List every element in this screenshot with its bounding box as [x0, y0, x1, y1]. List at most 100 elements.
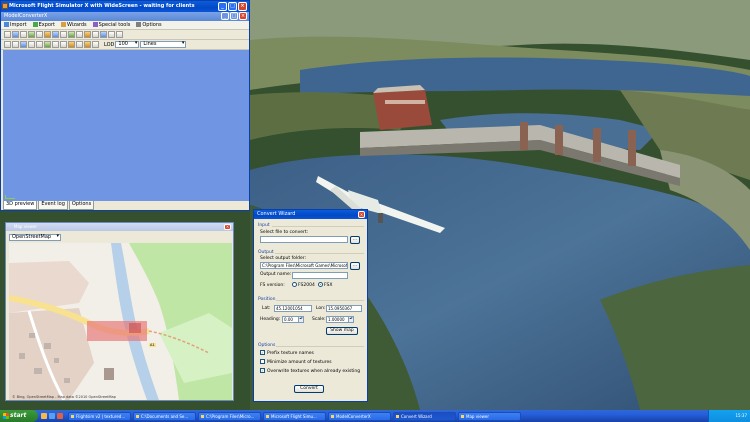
- map-viewer-title: Map viewer: [14, 224, 38, 229]
- lod-label: LOD: [104, 41, 115, 48]
- tab-3d-preview[interactable]: 3D preview: [3, 201, 38, 210]
- output-name-input[interactable]: [292, 272, 348, 279]
- light-icon[interactable]: [84, 31, 91, 38]
- rotate-icon[interactable]: [20, 41, 27, 48]
- heading-label: Heading:: [260, 317, 281, 322]
- fs2004-radio[interactable]: FS2004: [292, 282, 315, 288]
- scale-spinner-icon[interactable]: ▴▾: [348, 317, 353, 322]
- option-minimize-textures[interactable]: Minimize amount of textures: [260, 359, 332, 365]
- 3d-preview-viewport[interactable]: [3, 50, 249, 201]
- tab-options[interactable]: Options: [68, 201, 95, 210]
- browse-folder-button[interactable]: ...: [350, 262, 360, 270]
- system-tray-clock[interactable]: 15:37: [708, 410, 750, 422]
- transparency-icon[interactable]: [92, 41, 99, 48]
- export-icon: [32, 22, 38, 27]
- output-folder-input[interactable]: C:\Program Files\Microsoft Games\Microso…: [260, 262, 348, 269]
- convert-button[interactable]: Convert: [294, 385, 324, 393]
- fit-icon[interactable]: [44, 41, 51, 48]
- scale-label: Scale:: [312, 317, 326, 322]
- camera-icon[interactable]: [76, 31, 83, 38]
- texture-icon[interactable]: [44, 31, 51, 38]
- heading-input[interactable]: 0.00 ▴▾: [282, 316, 304, 323]
- doc-restore-icon[interactable]: □: [230, 12, 238, 20]
- minimize-icon[interactable]: _: [218, 2, 227, 11]
- task-flight-simulator[interactable]: Microsoft Flight Simu...: [263, 411, 326, 421]
- browser-icon[interactable]: [49, 413, 55, 419]
- bounding-box-icon[interactable]: [108, 31, 115, 38]
- fsx-radio-indicator: [318, 282, 323, 287]
- output-name-label: Output name:: [260, 272, 292, 277]
- shading-icon[interactable]: [76, 41, 83, 48]
- new-icon[interactable]: [4, 31, 11, 38]
- doc-close-icon[interactable]: ×: [239, 12, 247, 20]
- lod-select[interactable]: 100: [115, 41, 140, 48]
- checkbox-unchecked-icon: [260, 359, 265, 364]
- main-window-title: Microsoft Flight Simulator X with WideSc…: [9, 3, 195, 9]
- menu-options[interactable]: Options: [136, 22, 162, 28]
- menu-bar: Import Export Wizards Special tools Opti…: [1, 21, 249, 30]
- task-documents-folder[interactable]: C:\Documents and Se...: [133, 411, 196, 421]
- select-icon[interactable]: [4, 41, 11, 48]
- heading-spinner-icon[interactable]: ▴▾: [298, 317, 303, 322]
- task-modelconverterx[interactable]: ModelConverterX: [328, 411, 391, 421]
- pan-icon[interactable]: [12, 41, 19, 48]
- start-button[interactable]: start: [0, 410, 38, 422]
- map-viewer-titlebar[interactable]: Map viewer ×: [6, 223, 233, 231]
- save-icon[interactable]: [20, 31, 27, 38]
- zoom-icon[interactable]: [36, 31, 43, 38]
- convert-wizard-titlebar[interactable]: Convert Wizard ×: [254, 210, 367, 219]
- option-prefix-texture-names[interactable]: ✓ Prefix texture names: [260, 350, 314, 356]
- top-view-icon[interactable]: [68, 41, 75, 48]
- zoom-in-icon[interactable]: [28, 41, 35, 48]
- import-icon: [4, 22, 9, 27]
- file-path-input[interactable]: [260, 236, 348, 243]
- map-canvas[interactable]: A1 © Bing, OpenStreetMap - Map data ©201…: [9, 243, 232, 400]
- menu-special-tools[interactable]: Special tools: [92, 22, 130, 28]
- menu-export[interactable]: Export: [32, 22, 55, 28]
- open-icon[interactable]: [12, 31, 19, 38]
- menu-import[interactable]: Import: [4, 22, 27, 28]
- wireframe-icon[interactable]: [92, 31, 99, 38]
- scale-input[interactable]: 1.00000 ▴▾: [326, 316, 354, 323]
- task-flightsim-forum[interactable]: Flightsim v2 | textured...: [68, 411, 131, 421]
- quick-launch: [38, 413, 66, 419]
- browse-file-button[interactable]: ...: [350, 236, 360, 244]
- wizard-icon: [60, 22, 66, 27]
- tab-event-log[interactable]: Event log: [38, 201, 68, 210]
- grid-icon[interactable]: [60, 31, 67, 38]
- task-convert-wizard[interactable]: Convert Wizard: [393, 411, 456, 421]
- doc-minimize-icon[interactable]: _: [221, 12, 229, 20]
- animation-icon[interactable]: [68, 31, 75, 38]
- desktop-icon[interactable]: [41, 413, 47, 419]
- show-map-button[interactable]: Show map: [326, 327, 358, 335]
- view-mode-select[interactable]: Lines: [140, 41, 187, 48]
- media-icon[interactable]: [57, 413, 63, 419]
- map-close-icon[interactable]: ×: [224, 224, 231, 230]
- scale-value: 1.00000: [328, 317, 345, 322]
- refresh-icon[interactable]: [28, 31, 35, 38]
- fsx-radio[interactable]: FSX: [318, 282, 332, 288]
- side-view-icon[interactable]: [60, 41, 67, 48]
- map-attribution: © Bing, OpenStreetMap - Map data ©2010 O…: [12, 395, 116, 399]
- task-program-files-folder[interactable]: C:\Program Files\Micro...: [198, 411, 261, 421]
- material-icon[interactable]: [52, 31, 59, 38]
- wizard-close-icon[interactable]: ×: [358, 211, 365, 218]
- task-map-viewer[interactable]: Map viewer: [458, 411, 521, 421]
- longitude-input[interactable]: 15.0950367: [326, 305, 362, 312]
- sun-icon[interactable]: [84, 41, 91, 48]
- zoom-out-icon[interactable]: [36, 41, 43, 48]
- close-icon[interactable]: ×: [238, 2, 247, 11]
- fs-version-label: FS version:: [260, 283, 285, 288]
- latitude-input[interactable]: 45.12001054: [274, 305, 312, 312]
- menu-wizards[interactable]: Wizards: [60, 22, 87, 28]
- help-icon[interactable]: [116, 31, 123, 38]
- toolbar-top: [1, 30, 249, 40]
- normals-icon[interactable]: [100, 31, 107, 38]
- option-overwrite-textures[interactable]: ✓ Overwrite textures when already existin…: [260, 368, 360, 374]
- bottom-tabs: 3D preview Event log Options: [3, 201, 95, 210]
- document-titlebar[interactable]: ModelConverterX _ □ ×: [1, 12, 249, 21]
- front-view-icon[interactable]: [52, 41, 59, 48]
- map-source-select[interactable]: OpenStreetMap: [9, 234, 61, 241]
- maximize-icon[interactable]: □: [228, 2, 237, 11]
- main-window-titlebar[interactable]: Microsoft Flight Simulator X with WideSc…: [1, 1, 249, 12]
